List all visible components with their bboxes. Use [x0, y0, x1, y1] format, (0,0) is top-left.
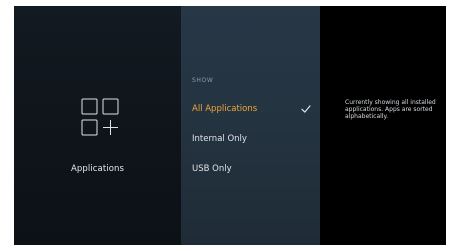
checkmark-icon	[301, 105, 311, 114]
description-panel: Currently showing all installed applicat…	[320, 6, 446, 245]
category-title: Applications	[70, 164, 125, 174]
screen-background: Applications SHOW All Applications Inter…	[0, 0, 458, 251]
filter-heading: SHOW	[192, 77, 214, 84]
filter-menu: SHOW All Applications Internal Only USB …	[181, 6, 320, 245]
menu-item-label: All Applications	[192, 104, 258, 114]
description-text: Currently showing all installed applicat…	[345, 99, 436, 121]
category-panel: Applications	[14, 6, 181, 245]
tv-display: Applications SHOW All Applications Inter…	[14, 6, 446, 245]
menu-item-usb-only[interactable]: USB Only	[181, 158, 320, 180]
menu-item-all-applications[interactable]: All Applications	[181, 98, 320, 120]
menu-item-label: Internal Only	[192, 134, 247, 144]
menu-item-label: USB Only	[192, 164, 232, 174]
apps-grid-add-icon	[81, 98, 119, 143]
menu-item-internal-only[interactable]: Internal Only	[181, 128, 320, 150]
